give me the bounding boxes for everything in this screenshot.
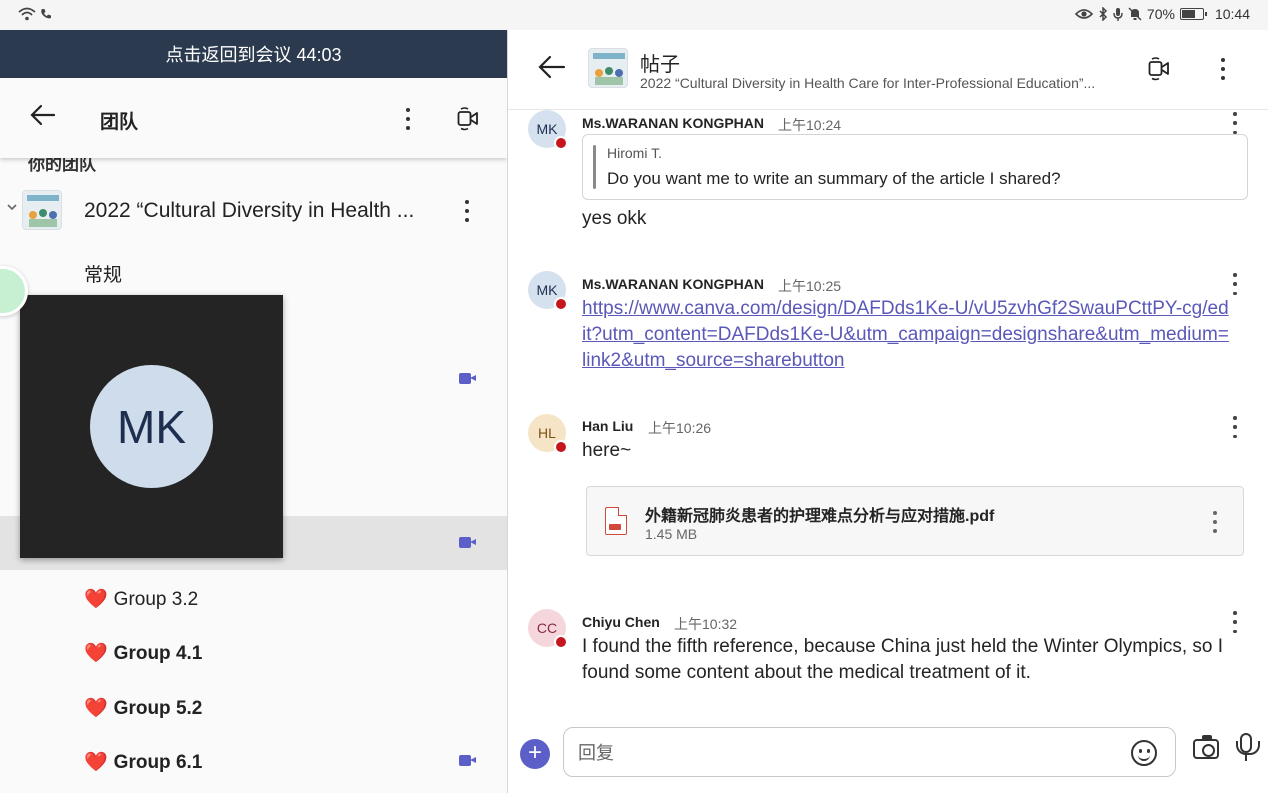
- more-icon[interactable]: [405, 108, 411, 130]
- participant-avatar: MK: [90, 365, 213, 488]
- channel-general[interactable]: 常规: [84, 260, 122, 287]
- team-item[interactable]: 2022 “Cultural Diversity in Health ...: [0, 180, 507, 242]
- message-time: 上午10:24: [778, 117, 842, 133]
- posts-header: 帖子 2022 “Cultural Diversity in Health Ca…: [508, 30, 1268, 110]
- posts-panel: 帖子 2022 “Cultural Diversity in Health Ca…: [508, 30, 1268, 793]
- sender-name: Han Liu: [582, 418, 634, 434]
- clock: 10:44: [1214, 6, 1250, 22]
- message-time: 上午10:26: [648, 420, 712, 436]
- message-text: yes okk: [582, 208, 647, 229]
- message-time: 上午10:32: [674, 616, 738, 632]
- avatar[interactable]: HL: [528, 414, 568, 454]
- message-more-icon[interactable]: [1232, 416, 1238, 438]
- channel-label: Group 6.1: [113, 752, 203, 773]
- team-more-icon[interactable]: [464, 200, 470, 222]
- bluetooth-icon: [1099, 7, 1107, 21]
- presence-badge: [554, 136, 568, 150]
- avatar-initials: MK: [536, 121, 558, 137]
- message-more-icon[interactable]: [1232, 611, 1238, 633]
- posts-subtitle: 2022 “Cultural Diversity in Health Care …: [640, 75, 1096, 91]
- presence-badge: [554, 297, 568, 311]
- quote-bar: [593, 145, 596, 189]
- message-more-icon[interactable]: [1232, 112, 1238, 134]
- avatar-initials: CC: [536, 620, 558, 636]
- call-video-tile[interactable]: MK: [20, 295, 283, 558]
- mic-status-icon: [1113, 8, 1123, 21]
- avatar[interactable]: MK: [528, 110, 568, 150]
- message-text: here~: [582, 440, 632, 461]
- heart-icon: ❤️: [84, 643, 108, 664]
- battery-fill: [1181, 10, 1195, 18]
- channel-group-4-1[interactable]: ❤️ Group 4.1: [84, 641, 202, 665]
- pdf-icon: [605, 507, 627, 535]
- message-text: I found the fifth reference, because Chi…: [582, 636, 1224, 683]
- heart-icon: ❤️: [84, 589, 108, 610]
- eye-icon: [1074, 9, 1093, 19]
- presence-badge: [554, 440, 568, 454]
- channel-label: Group 4.1: [113, 643, 203, 664]
- reply-composer: +: [508, 723, 1268, 793]
- back-arrow-icon[interactable]: [538, 55, 566, 85]
- camera-icon[interactable]: [1193, 735, 1219, 759]
- sender-name: Chiyu Chen: [582, 614, 660, 630]
- emoji-icon[interactable]: [1131, 740, 1157, 766]
- microphone-icon[interactable]: [1236, 733, 1260, 761]
- wifi-icon: [18, 7, 36, 21]
- battery-percent: 70%: [1146, 6, 1175, 22]
- reply-box[interactable]: [563, 727, 1176, 777]
- message-more-icon[interactable]: [1232, 273, 1238, 295]
- active-call-icon: [459, 755, 476, 766]
- file-more-icon[interactable]: [1212, 511, 1218, 533]
- sender-name: Ms.WARANAN KONGPHAN: [582, 115, 764, 131]
- quoted-message[interactable]: Hiromi T. Do you want me to write an sum…: [582, 134, 1248, 200]
- return-to-meeting-banner[interactable]: 点击返回到会议 44:03: [0, 30, 507, 78]
- status-bar: 70% 10:44: [0, 0, 1268, 30]
- reply-input[interactable]: [578, 740, 1098, 766]
- active-call-icon: [459, 537, 476, 548]
- teams-header: 团队: [0, 78, 507, 158]
- bell-off-icon: [1128, 7, 1142, 21]
- team-avatar: [588, 48, 628, 88]
- teams-panel: 点击返回到会议 44:03 团队 你的团队 2022 “Cultural Div…: [0, 30, 507, 793]
- video-call-icon[interactable]: [1148, 56, 1170, 82]
- battery-icon: [1179, 8, 1207, 20]
- sender-name: Ms.WARANAN KONGPHAN: [582, 276, 764, 292]
- back-arrow-icon[interactable]: [30, 102, 56, 132]
- avatar-initials: HL: [538, 425, 556, 441]
- page-title: 团队: [100, 112, 139, 133]
- file-attachment[interactable]: 外籍新冠肺炎患者的护理难点分析与应对措施.pdf 1.45 MB: [586, 486, 1244, 556]
- channel-label: Group 3.2: [113, 589, 199, 610]
- posts-title: 帖子: [640, 54, 680, 76]
- more-icon[interactable]: [1220, 58, 1226, 80]
- chevron-down-icon[interactable]: [7, 200, 17, 214]
- heart-icon: ❤️: [84, 752, 108, 773]
- avatar-initials: MK: [536, 282, 558, 298]
- file-name: 外籍新冠肺炎患者的护理难点分析与应对措施.pdf: [645, 508, 995, 525]
- heart-icon: ❤️: [84, 698, 108, 719]
- presence-badge: [554, 635, 568, 649]
- avatar[interactable]: CC: [528, 609, 568, 649]
- file-size: 1.45 MB: [645, 526, 698, 542]
- active-call-icon: [459, 373, 476, 384]
- channel-group-5-2[interactable]: ❤️ Group 5.2: [84, 696, 202, 720]
- avatar[interactable]: MK: [528, 271, 568, 311]
- add-icon[interactable]: +: [520, 739, 550, 769]
- team-name: 2022 “Cultural Diversity in Health ...: [84, 199, 415, 222]
- channel-group-6-1[interactable]: ❤️ Group 6.1: [84, 750, 202, 774]
- video-call-icon[interactable]: [457, 107, 479, 131]
- channel-label: Group 5.2: [113, 698, 203, 719]
- phone-icon: [41, 9, 51, 19]
- status-right: 70% 10:44: [1074, 6, 1250, 22]
- channel-group-3-2[interactable]: ❤️ Group 3.2: [84, 587, 198, 611]
- status-left: [18, 7, 52, 21]
- quote-text: Do you want me to write an summary of th…: [607, 169, 1061, 188]
- message-link[interactable]: https://www.canva.com/design/DAFDds1Ke-U…: [582, 296, 1232, 374]
- team-avatar: [22, 190, 62, 230]
- quote-author: Hiromi T.: [607, 145, 662, 161]
- message-time: 上午10:25: [778, 278, 842, 294]
